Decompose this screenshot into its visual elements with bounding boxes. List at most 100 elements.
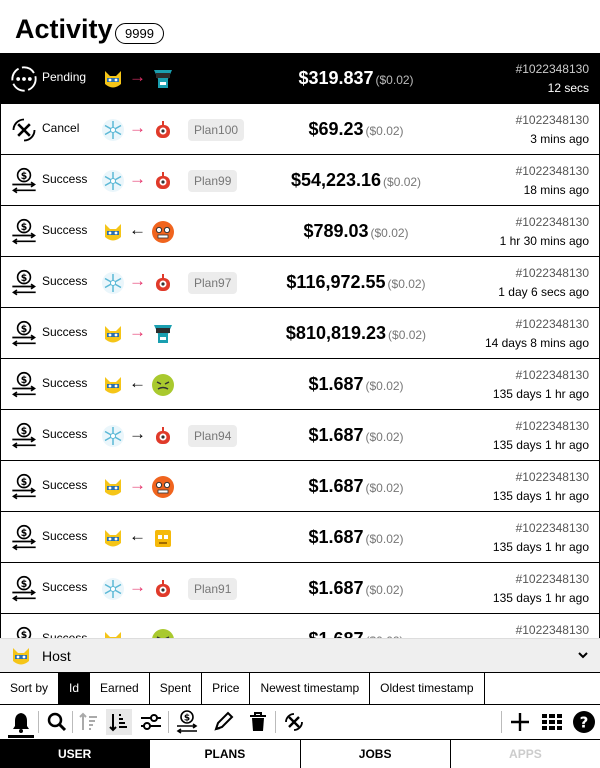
success-status-icon: $ (12, 422, 36, 449)
activity-row[interactable]: $ Success → $810,819.23 ($0.02) #1022348130 14… (0, 308, 600, 359)
arrow-right-icon: → (129, 322, 146, 341)
activity-row[interactable]: $ Success → Plan97 $116,972.55 ($0.02) #102234… (0, 257, 600, 308)
activity-row[interactable]: $ Success → Plan99 $54,223.16 ($0.02) #1022348… (0, 155, 600, 206)
cancel-status-icon (12, 118, 36, 142)
svg-text:$: $ (21, 477, 28, 488)
activity-row[interactable]: $ Success → Plan94 $1.687 ($0.02) #1022348130 1… (0, 410, 600, 461)
toolbar-divider (501, 711, 502, 733)
sort-option-earned[interactable]: Earned (90, 673, 150, 704)
host-selector[interactable]: Host (0, 638, 600, 672)
arrow-left-icon: ← (129, 220, 146, 239)
transaction-id[interactable]: #1022348130 (516, 62, 589, 76)
activity-row[interactable]: $ Success ← $1.687 ($0.02) #1022348130 135 day… (0, 359, 600, 410)
host-avatar-icon (13, 648, 29, 665)
toolbar-divider (168, 711, 169, 733)
transaction-id[interactable]: #1022348130 (516, 419, 589, 433)
sort-option-spent[interactable]: Spent (150, 673, 203, 704)
svg-text:$: $ (184, 714, 190, 724)
transaction-id[interactable]: #1022348130 (516, 368, 589, 382)
arrow-left-icon: ← (129, 526, 146, 545)
sort-option-price[interactable]: Price (202, 673, 251, 704)
arrow-right-icon: → (129, 67, 146, 86)
transaction-id[interactable]: #1022348130 (516, 215, 589, 229)
sort-option-newest-timestamp[interactable]: Newest timestamp (250, 673, 371, 704)
tab-plans[interactable]: PLANS (150, 740, 301, 768)
amount: $319.837 (298, 68, 374, 88)
status-label: Success (42, 631, 88, 638)
fee: ($0.02) (387, 277, 426, 291)
amount: $789.03 (303, 221, 369, 241)
bottom-tab-bar: USER PLANS JOBS APPS (0, 739, 600, 768)
success-status-icon: $ (12, 320, 36, 347)
toolbar-divider (38, 711, 39, 733)
plus-icon[interactable] (507, 709, 533, 735)
grid-icon[interactable] (539, 709, 565, 735)
fee: ($0.02) (365, 481, 404, 495)
timestamp: 1 day 6 secs ago (498, 285, 589, 299)
transaction-id[interactable]: #1022348130 (516, 572, 589, 586)
activity-row[interactable]: Pending → $319.837 ($0.02) #1022348130 12 sec… (0, 53, 600, 104)
sort-desc-icon[interactable] (106, 709, 132, 735)
sort-option-oldest-timestamp[interactable]: Oldest timestamp (370, 673, 485, 704)
status-label: Success (42, 427, 88, 441)
activity-row[interactable]: $ Success → Plan91 $1.687 ($0.02) #1022348130 1… (0, 563, 600, 614)
cancel-icon[interactable] (281, 709, 307, 735)
pencil-icon[interactable] (210, 709, 236, 735)
tab-user[interactable]: USER (0, 740, 151, 768)
red-robot-avatar-icon (156, 580, 170, 597)
timestamp: 135 days 1 hr ago (492, 438, 589, 452)
yellow-cat-avatar-icon (105, 224, 121, 241)
arrow-right-icon: → (129, 271, 146, 290)
success-status-icon: $ (12, 269, 36, 296)
timestamp: 18 mins ago (523, 183, 589, 197)
tab-apps: APPS (509, 747, 542, 761)
status-label: Success (42, 580, 88, 594)
sort-by-label: Sort by (0, 673, 60, 704)
search-icon[interactable] (44, 709, 70, 735)
transaction-id[interactable]: #1022348130 (516, 266, 589, 280)
amount: $54,223.16 (290, 170, 382, 190)
arrow-right-icon: → (129, 169, 146, 188)
help-icon[interactable]: ? (571, 709, 597, 735)
yellow-cat-avatar-icon (105, 326, 121, 343)
dollar-transfer-icon[interactable]: $ (174, 709, 200, 735)
page-title: Activity (15, 14, 113, 44)
amount-group: $69.23 ($0.02) (211, 119, 501, 140)
timestamp: 3 mins ago (530, 132, 589, 146)
bell-icon[interactable] (8, 709, 34, 735)
transaction-id[interactable]: #1022348130 (516, 521, 589, 535)
transaction-id[interactable]: #1022348130 (516, 113, 589, 127)
status-label: Cancel (42, 121, 80, 135)
transaction-id[interactable]: #1022348130 (516, 164, 589, 178)
arrow-right-icon: → (129, 577, 146, 596)
snowflake-avatar-icon (102, 425, 124, 447)
trash-icon[interactable] (245, 709, 271, 735)
red-robot-avatar-icon (156, 172, 170, 189)
tab-jobs[interactable]: JOBS (301, 740, 451, 768)
activity-row[interactable]: $ Success ← $1.687($0.02) #1022348130 (0, 614, 600, 638)
activity-list[interactable]: Pending → $319.837 ($0.02) #1022348130 12 sec… (0, 53, 600, 638)
transaction-id[interactable]: #1022348130 (516, 317, 589, 331)
status-label: Success (42, 325, 88, 339)
transaction-id[interactable]: #1022348130 (516, 470, 589, 484)
sort-option-id[interactable]: Id (59, 673, 91, 704)
yellow-robot-avatar-icon (155, 530, 171, 547)
timestamp: 14 days 8 mins ago (484, 336, 589, 350)
amount-group: $810,819.23 ($0.02) (211, 323, 501, 344)
activity-row[interactable]: $ Success ← $789.03 ($0.02) #1022348130 1 hr 3… (0, 206, 600, 257)
svg-text:$: $ (21, 528, 28, 539)
pending-status-icon (11, 66, 37, 92)
activity-row[interactable]: $ Success ← $1.687 ($0.02) #1022348130 135 day… (0, 512, 600, 563)
arrow-left-icon: ← (129, 373, 146, 392)
activity-row[interactable]: $ Success → $1.687 ($0.02) #1022348130 135 day… (0, 461, 600, 512)
timestamp: 12 secs (547, 81, 589, 95)
fee: ($0.02) (365, 124, 404, 138)
filter-sliders-icon[interactable] (138, 709, 164, 735)
amount: $1.687 (308, 476, 364, 496)
timestamp: 1 hr 30 mins ago (499, 234, 589, 248)
transaction-id[interactable]: #1022348130 (516, 623, 589, 637)
yellow-cat-avatar-icon (105, 530, 121, 547)
status-label: Success (42, 172, 88, 186)
activity-row[interactable]: Cancel → Plan100 $69.23 ($0.02) #1022348130 3 … (0, 104, 600, 155)
sort-asc-icon[interactable] (76, 709, 102, 735)
